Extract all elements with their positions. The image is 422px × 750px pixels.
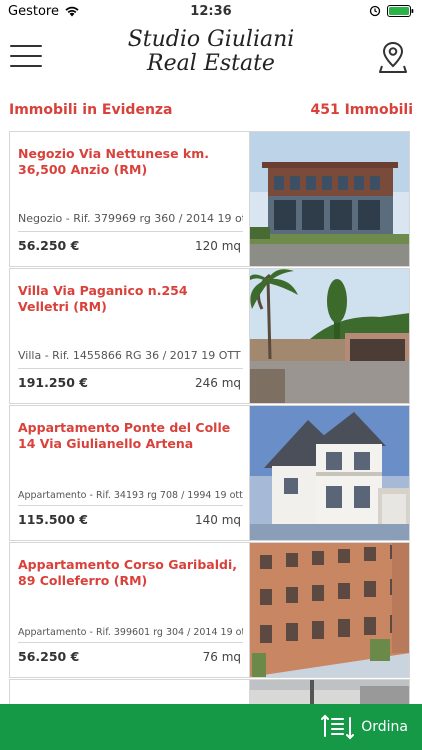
map-pin-icon[interactable] xyxy=(378,40,408,74)
carrier-label: Gestore xyxy=(8,3,59,19)
listing-price: 191.250 € xyxy=(18,375,88,390)
divider xyxy=(18,368,243,369)
listing-title: Villa Via Paganico n.254 Velletri (RM) xyxy=(18,283,188,314)
listing-title: Appartamento Corso Garibaldi, 89 Collefe… xyxy=(18,557,237,588)
listing-card[interactable]: Appartamento Corso Garibaldi, 89 Collefe… xyxy=(9,542,410,678)
divider xyxy=(18,642,243,643)
sort-label: Ordina xyxy=(361,719,408,735)
listing-reference: Appartamento - Rif. 34193 rg 708 / 1994 … xyxy=(18,490,243,501)
listing-card[interactable]: Negozio Via Nettunese km. 36,500 Anzio (… xyxy=(9,131,410,267)
menu-line xyxy=(10,45,42,47)
logo-line1: Studio Giuliani xyxy=(127,27,295,52)
listing-reference: Negozio - Rif. 379969 rg 360 / 2014 19 o… xyxy=(18,212,243,225)
app-logo: Studio Giuliani Real Estate xyxy=(90,28,332,76)
sort-bar[interactable]: Ordina xyxy=(0,704,422,750)
alarm-icon xyxy=(369,5,381,17)
listing-price: 56.250 € xyxy=(18,238,80,253)
listing-title: Negozio Via Nettunese km. 36,500 Anzio (… xyxy=(18,146,210,177)
listing-reference: Villa - Rif. 1455866 RG 36 / 2017 19 OTT xyxy=(18,349,241,362)
section-header: Immobili in Evidenza 451 Immobili xyxy=(0,98,422,122)
listing-photo xyxy=(250,132,409,266)
status-bar: Gestore xyxy=(0,0,422,22)
listing-price: 115.500 € xyxy=(18,512,88,527)
listing-info: Appartamento Corso Garibaldi, 89 Collefe… xyxy=(10,543,250,677)
listing-area: 246 mq xyxy=(194,376,241,390)
listing-title: Appartamento Ponte del Colle 14 Via Giul… xyxy=(18,420,231,451)
logo-line2: Real Estate xyxy=(147,51,275,76)
listing-photo xyxy=(250,543,409,677)
status-right xyxy=(369,5,414,17)
menu-line xyxy=(10,65,42,67)
listing-area: 120 mq xyxy=(194,239,241,253)
listing-photo xyxy=(250,269,409,403)
listing-card[interactable]: Villa Via Paganico n.254 Velletri (RM) V… xyxy=(9,268,410,404)
hamburger-menu-icon[interactable] xyxy=(10,42,42,70)
listing-info: Negozio Via Nettunese km. 36,500 Anzio (… xyxy=(10,132,250,266)
listing-info: Villa Via Paganico n.254 Velletri (RM) V… xyxy=(10,269,250,403)
listing-card[interactable]: Appartamento Ponte del Colle 14 Via Giul… xyxy=(9,405,410,541)
listing-area: 140 mq xyxy=(194,513,241,527)
listing-area: 76 mq xyxy=(202,650,241,664)
divider xyxy=(18,231,243,232)
listing-info: Appartamento Ponte del Colle 14 Via Giul… xyxy=(10,406,250,540)
app-header: Studio Giuliani Real Estate xyxy=(0,22,422,92)
menu-line xyxy=(10,55,42,57)
sort-icon xyxy=(321,714,355,740)
battery-icon xyxy=(387,5,414,17)
wifi-icon xyxy=(65,6,79,17)
listing-price: 56.250 € xyxy=(18,649,80,664)
listing-count: 451 Immobili xyxy=(310,102,413,118)
divider xyxy=(18,505,243,506)
listing-list: Negozio Via Nettunese km. 36,500 Anzio (… xyxy=(9,131,410,710)
listing-photo xyxy=(250,406,409,540)
listing-reference: Appartamento - Rif. 399601 rg 304 / 2014… xyxy=(18,627,243,638)
status-left: Gestore xyxy=(8,4,80,19)
section-title: Immobili in Evidenza xyxy=(9,102,173,118)
